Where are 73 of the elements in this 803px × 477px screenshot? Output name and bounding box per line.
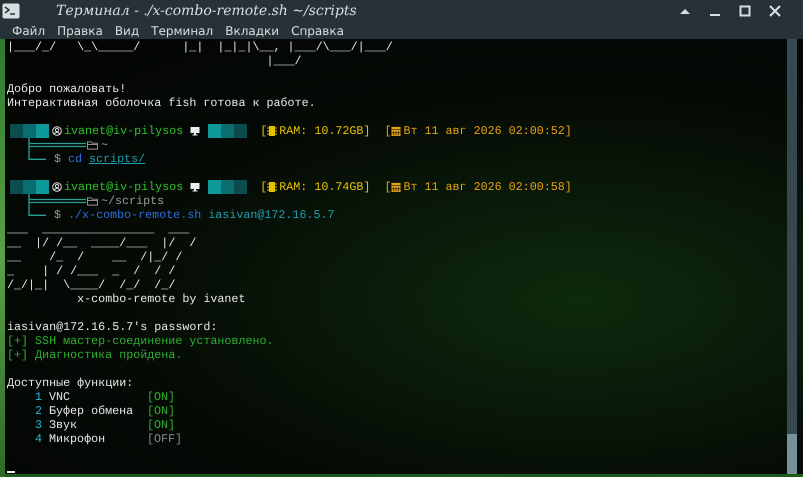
command: cd	[68, 152, 82, 166]
feature-name: Буфер обмена	[49, 404, 134, 418]
feature-number: 3	[35, 418, 44, 432]
ascii-art-line: __ |/ /__ ____/___ |/ /	[7, 236, 196, 250]
user-icon	[52, 126, 62, 136]
output-line: x-combo-remote by ivanet	[76, 292, 246, 306]
feature-number: 1	[35, 390, 44, 404]
ascii-art-line: __ /_ / __ /|_/ /	[7, 250, 182, 264]
calendar-icon	[391, 181, 402, 193]
bracket: [	[260, 124, 268, 138]
ascii-art-line: ___ ________________ ___	[7, 222, 190, 236]
menu-item[interactable]: Правка	[51, 24, 109, 38]
command-argument: iasivan@172.16.5.7	[208, 208, 335, 222]
ram-usage: RAM: 10.74GB]	[279, 180, 370, 194]
bracket: [	[384, 180, 392, 194]
ascii-art-line: |___/	[266, 54, 302, 68]
memory-chip-icon	[267, 125, 278, 137]
command-argument: scripts/	[89, 152, 146, 166]
prompt-datetime: Вт 11 авг 2026 02:00:52]	[403, 124, 572, 138]
window-title: Терминал - ./x-combo-remote.sh ~/scripts	[56, 3, 357, 20]
memory-chip-icon	[267, 181, 278, 193]
feature-name: VNC	[49, 390, 72, 404]
feature-number: 2	[35, 404, 44, 418]
feature-status: [ON]	[147, 418, 176, 432]
terminal-app-icon[interactable]	[2, 3, 20, 20]
prompt-symbol: $	[54, 152, 62, 166]
folder-icon	[87, 140, 98, 150]
ram-usage: RAM: 10.72GB]	[279, 124, 370, 138]
feature-status: [ON]	[147, 404, 176, 418]
prompt-segment-drawing	[10, 124, 49, 138]
feature-name: Микрофон	[49, 432, 106, 446]
prompt-cwd: ~/scripts	[101, 194, 164, 208]
output-line: Интерактивная оболочка fish готова к работе.	[7, 96, 316, 110]
menu-item[interactable]: Файл	[6, 24, 52, 38]
maximize-icon	[739, 5, 751, 18]
monitor-icon	[190, 182, 200, 192]
output-line: Доступные функции:	[7, 376, 134, 390]
ascii-art-line: |___/_/ \_\_____/ |_| |_|_|\__, |___/\___/|___/	[7, 40, 393, 54]
menu-item[interactable]: Терминал	[145, 24, 220, 38]
monitor-icon	[190, 126, 200, 136]
prompt-segment-drawing	[10, 180, 49, 194]
calendar-icon	[391, 125, 402, 137]
menu-item[interactable]: Вид	[108, 24, 146, 38]
feature-number: 4	[35, 432, 44, 446]
feature-status: [ON]	[147, 390, 176, 404]
prompt-symbol: $	[54, 208, 62, 222]
prompt-user: ivanet@iv-pilysos	[64, 180, 184, 194]
text-cursor	[7, 470, 15, 472]
prompt-datetime: Вт 11 авг 2026 02:00:58]	[403, 180, 572, 194]
bracket: [	[260, 180, 268, 194]
bracket: [	[384, 124, 392, 138]
prompt-segment-drawing	[208, 124, 248, 138]
output-line: iasivan@172.16.5.7's password:	[7, 320, 218, 334]
menu-item[interactable]: Справка	[285, 24, 350, 38]
folder-icon	[87, 196, 98, 206]
ok-mark: [+]	[7, 334, 28, 348]
close-icon	[769, 5, 781, 18]
feature-status: [OFF]	[147, 432, 182, 446]
ok-mark: [+]	[7, 348, 28, 362]
output-line: Добро пожаловать!	[7, 82, 126, 96]
prompt-segment-drawing	[208, 180, 248, 194]
scrollbar[interactable]	[787, 39, 797, 474]
prompt-user: ivanet@iv-pilysos	[64, 124, 184, 138]
menu-item[interactable]: Вкладки	[219, 24, 286, 38]
command: ./x-combo-remote.sh	[68, 208, 202, 222]
feature-name: Звук	[49, 418, 78, 432]
prompt-cwd: ~	[101, 138, 108, 152]
status-line: Диагностика пройдена.	[35, 348, 182, 362]
ascii-art-line: /_/|_| \____/ /_/ /_/	[7, 278, 176, 292]
status-line: SSH мастер-соединение установлено.	[35, 334, 274, 348]
user-icon	[52, 182, 62, 192]
minimize-icon	[710, 14, 720, 16]
ascii-art-line: _ | / /___ _ / / /	[7, 264, 176, 278]
